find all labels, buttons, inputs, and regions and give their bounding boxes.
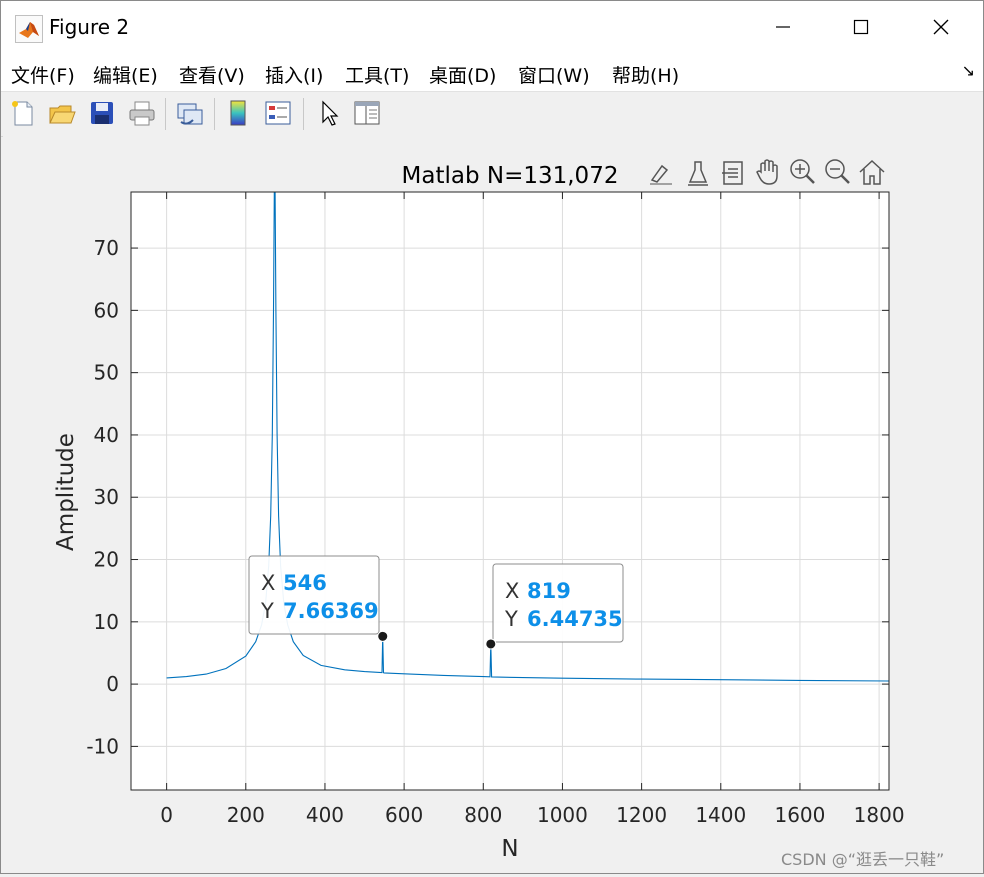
open-file-icon[interactable] <box>47 98 77 128</box>
data-tip-icon[interactable] <box>688 161 708 186</box>
y-axis-label: Amplitude <box>53 433 79 551</box>
x-tick-label: 1200 <box>616 803 667 827</box>
axes-background[interactable] <box>131 192 889 790</box>
menu-window[interactable]: 窗口(W) <box>518 61 590 88</box>
maximize-icon <box>853 19 869 35</box>
y-tick-label: 0 <box>106 672 119 696</box>
close-button[interactable] <box>911 7 971 47</box>
y-tick-label: -10 <box>86 734 119 758</box>
menu-bar: 文件(F) 编辑(E) 查看(V) 插入(I) 工具(T) 桌面(D) 窗口(W… <box>1 53 983 91</box>
toolbar-separator <box>214 98 215 130</box>
datatip-x-value: 546 <box>283 571 327 595</box>
datatip-marker[interactable] <box>485 638 497 650</box>
datatip-y-label: Y <box>260 599 274 623</box>
datatip-x-label: X <box>505 579 519 603</box>
datatip[interactable]: X 819 Y 6.44735 <box>485 563 624 650</box>
y-tick-label: 30 <box>94 485 119 509</box>
dock-arrow-icon[interactable]: ↘ <box>962 61 975 80</box>
matlab-icon <box>15 15 43 43</box>
print-icon[interactable] <box>127 98 157 128</box>
x-tick-label: 400 <box>306 803 344 827</box>
datatip-y-label: Y <box>504 607 518 631</box>
rotate-icon[interactable] <box>722 161 743 185</box>
legend-icon[interactable] <box>263 98 293 128</box>
y-tick-label: 50 <box>94 361 119 385</box>
save-icon[interactable] <box>87 98 117 128</box>
toolbar-separator <box>303 98 304 130</box>
minimize-button[interactable] <box>753 7 813 47</box>
property-inspector-icon[interactable] <box>352 98 382 128</box>
y-tick-label: 70 <box>94 236 119 260</box>
y-tick-label: 20 <box>94 548 119 572</box>
menu-desktop[interactable]: 桌面(D) <box>429 61 496 88</box>
menu-tools[interactable]: 工具(T) <box>345 61 409 88</box>
link-plot-icon[interactable] <box>175 98 205 128</box>
x-tick-label: 1000 <box>537 803 588 827</box>
x-tick-label: 1400 <box>695 803 746 827</box>
colorbar-icon[interactable] <box>223 98 253 128</box>
menu-file[interactable]: 文件(F) <box>11 61 75 88</box>
menu-edit[interactable]: 编辑(E) <box>93 61 158 88</box>
x-axis-label: N <box>501 836 518 862</box>
new-figure-icon[interactable] <box>8 98 38 128</box>
y-tick-label: 60 <box>94 298 119 322</box>
toolbar-separator <box>165 98 166 130</box>
x-tick-label: 0 <box>160 803 173 827</box>
chart-title: Matlab N=131,072 <box>402 163 619 189</box>
menu-view[interactable]: 查看(V) <box>179 61 245 88</box>
datatip-marker[interactable] <box>377 630 389 642</box>
window-title: Figure 2 <box>49 15 130 39</box>
datatip-x-value: 819 <box>527 579 571 603</box>
home-icon[interactable] <box>859 159 885 185</box>
x-tick-label: 800 <box>464 803 502 827</box>
pan-hand-icon[interactable] <box>756 159 778 185</box>
datatip-y-value: 7.66369 <box>283 599 379 623</box>
menu-help[interactable]: 帮助(H) <box>612 61 679 88</box>
x-tick-label: 600 <box>385 803 423 827</box>
maximize-button[interactable] <box>831 7 891 47</box>
zoom-in-icon[interactable] <box>790 159 815 184</box>
datatip[interactable]: X 546 Y 7.66369 <box>248 555 389 642</box>
datatip-x-label: X <box>261 571 275 595</box>
title-bar[interactable]: Figure 2 <box>1 1 983 53</box>
figure-window: Figure 2 文件(F) 编辑(E) 查看(V) 插入(I) 工具(T) 桌… <box>0 0 984 874</box>
axes-toolbar <box>650 159 885 186</box>
datatip-y-value: 6.44735 <box>527 607 623 631</box>
y-tick-label: 40 <box>94 423 119 447</box>
x-tick-label: 200 <box>227 803 265 827</box>
figure-canvas: 0 200 400 600 800 1000 1200 1400 1600 1800 -10 0 10 2… <box>3 136 983 873</box>
x-tick-label: 1600 <box>774 803 825 827</box>
menu-insert[interactable]: 插入(I) <box>265 61 323 88</box>
x-tick-label: 1800 <box>854 803 905 827</box>
zoom-out-icon[interactable] <box>825 159 850 184</box>
y-tick-label: 10 <box>94 610 119 634</box>
select-pointer-icon[interactable] <box>314 98 344 128</box>
watermark: CSDN @“逛丢一只鞋” <box>781 850 945 869</box>
close-icon <box>933 19 949 35</box>
plot-svg[interactable]: 0 200 400 600 800 1000 1200 1400 1600 1800 -10 0 10 2… <box>3 136 983 873</box>
minimize-icon <box>776 26 790 28</box>
figure-toolbar <box>1 91 983 137</box>
brush-icon[interactable] <box>650 164 672 185</box>
